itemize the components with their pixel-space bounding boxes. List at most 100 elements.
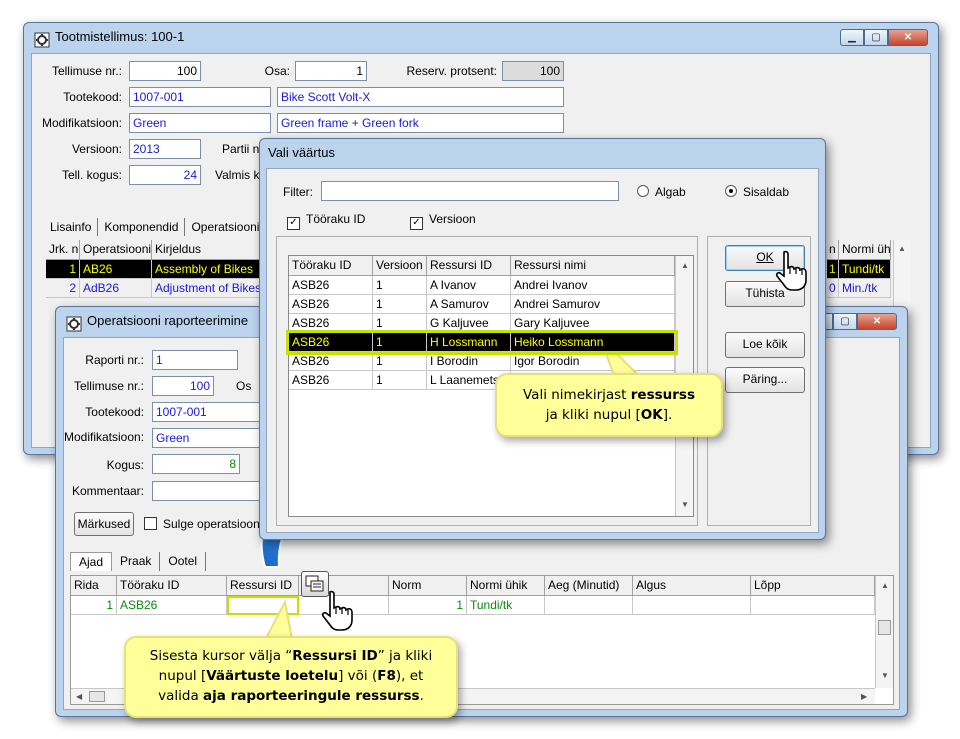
radio-icon[interactable]: [637, 185, 649, 197]
qty-field[interactable]: 8: [152, 454, 240, 474]
cell: Heiko Lossmann: [511, 333, 675, 352]
scroll-left-icon[interactable]: ◀: [76, 692, 82, 701]
comment-label: Kommentaar:: [71, 484, 144, 498]
col-header[interactable]: Jrk. n: [46, 240, 80, 260]
col-header[interactable]: Normi üh: [839, 240, 891, 260]
callout-bold: Ressursi ID: [292, 648, 378, 664]
resource-row[interactable]: ASB26 1 A Samurov Andrei Samurov: [289, 295, 675, 314]
modification-label: Modifikatsioon:: [64, 430, 145, 444]
col-header[interactable]: Normi ühik: [467, 576, 545, 596]
col-header[interactable]: Ressursi ID: [427, 256, 511, 276]
query-button[interactable]: Päring...: [725, 367, 805, 393]
checkmark-icon[interactable]: ✓: [287, 217, 300, 230]
col-header[interactable]: Tööraku ID: [289, 256, 373, 276]
product-name-field[interactable]: Bike Scott Volt-X: [277, 87, 564, 107]
tab-times[interactable]: Ajad: [70, 552, 113, 571]
scroll-down-icon[interactable]: ▼: [681, 500, 689, 509]
scroll-up-icon[interactable]: ▲: [881, 581, 889, 590]
col-header[interactable]: Aeg (Minutid): [545, 576, 633, 596]
cell: G Kaljuvee: [427, 314, 511, 333]
col-header[interactable]: Norm: [389, 576, 467, 596]
order-no-field[interactable]: 100: [152, 376, 214, 396]
close-button[interactable]: ✕: [857, 313, 897, 330]
callout-bold: OK: [640, 407, 663, 423]
scroll-down-icon[interactable]: ▼: [881, 671, 889, 680]
reserve-field[interactable]: 100: [502, 61, 564, 81]
notes-button[interactable]: Märkused: [74, 512, 134, 536]
workcell-checkbox[interactable]: ✓ Tööraku ID: [287, 212, 365, 230]
cell: Igor Borodin: [511, 352, 675, 371]
radio-contains[interactable]: Sisaldab: [725, 185, 789, 199]
maximize-button[interactable]: ▢: [833, 313, 857, 330]
col-header[interactable]: Operatsiooni: [80, 240, 152, 260]
col-header[interactable]: Versioon: [373, 256, 427, 276]
callout-line: Vali nimekirjast ressurss: [497, 385, 721, 405]
col-header[interactable]: Algus: [633, 576, 751, 596]
minimize-button[interactable]: ▁: [840, 29, 864, 46]
radio-selected-icon[interactable]: [725, 185, 737, 197]
col-header[interactable]: Lõpp: [751, 576, 875, 596]
close-operation-checkbox[interactable]: Sulge operatsioon: [144, 517, 260, 531]
resource-row[interactable]: ASB26 1 A Ivanov Andrei Ivanov: [289, 276, 675, 295]
filter-label: Filter:: [283, 185, 313, 199]
product-code-field[interactable]: 1007-001: [152, 402, 262, 422]
col-header[interactable]: n: [827, 240, 839, 260]
tab-additional-info[interactable]: Lisainfo: [44, 218, 99, 236]
resource-row[interactable]: ASB26 1 G Kaljuvee Gary Kaljuvee: [289, 314, 675, 333]
checkmark-icon[interactable]: ✓: [410, 217, 423, 230]
callout-text: ja kliki nupul [: [545, 407, 641, 423]
order-qty-label: Tell. kogus:: [61, 168, 122, 182]
tab-waiting[interactable]: Ootel: [160, 552, 207, 571]
tab-components[interactable]: Komponendid: [98, 218, 186, 236]
checkbox-icon[interactable]: [144, 517, 157, 530]
order-no-label: Tellimuse nr.:: [51, 64, 122, 78]
close-button[interactable]: ✕: [888, 29, 928, 46]
table-row[interactable]: 2 AdB26 Adjustment of Bikes: [46, 279, 262, 298]
cell: AB26: [80, 260, 152, 279]
callout-line: nupul [Väärtuste loetelu] või (F8), et: [126, 666, 456, 686]
modification-field[interactable]: Green: [129, 113, 271, 133]
cell: 1: [373, 371, 427, 390]
window-controls: ▁ ▢ ✕: [840, 29, 928, 47]
order-no-field[interactable]: 100: [129, 61, 201, 81]
col-header[interactable]: Ressursi nimi: [511, 256, 675, 276]
selected-resource-row[interactable]: ASB26 1 H Lossmann Heiko Lossmann: [286, 330, 678, 355]
table-row-right[interactable]: 0 Min./tk: [827, 279, 891, 298]
filter-input[interactable]: [321, 181, 619, 201]
report-no-field[interactable]: 1: [152, 350, 238, 370]
col-header[interactable]: Rida: [71, 576, 117, 596]
scroll-right-icon[interactable]: ▶: [861, 692, 867, 701]
order-no-label: Tellimuse nr.:: [73, 379, 144, 393]
col-header[interactable]: Kirjeldus: [152, 240, 262, 260]
window-title-text: Tootmistellimus: 100-1: [55, 29, 185, 44]
order-qty-field[interactable]: 24: [129, 165, 201, 185]
qty-label: Kogus:: [106, 458, 144, 472]
cell: Andrei Ivanov: [511, 276, 675, 295]
version-checkbox[interactable]: ✓ Versioon: [410, 212, 476, 230]
dialog-body: Filter: Algab Sisaldab ✓ Tööraku ID ✓ Vers…: [266, 168, 819, 533]
table-row-right[interactable]: 1 Tundi/tk: [827, 260, 891, 279]
read-all-button[interactable]: Loe kõik: [725, 332, 805, 358]
part-field[interactable]: 1: [295, 61, 367, 81]
times-vscroll[interactable]: ▲ ▼: [875, 576, 893, 688]
radio-starts[interactable]: Algab: [637, 185, 686, 199]
table-row[interactable]: 1 ASB26 1 Tundi/tk: [71, 596, 875, 615]
callout-text: nupul [: [158, 668, 207, 684]
callout-text: Vali nimekirjast: [522, 387, 631, 403]
maximize-button[interactable]: ▢: [864, 29, 888, 46]
version-field[interactable]: 2013: [129, 139, 201, 159]
cell: ASB26: [289, 371, 373, 390]
cell: [751, 596, 875, 615]
product-code-field[interactable]: 1007-001: [129, 87, 271, 107]
scroll-thumb[interactable]: [89, 691, 105, 702]
scroll-up-icon[interactable]: ▲: [898, 244, 906, 253]
scroll-up-icon[interactable]: ▲: [681, 261, 689, 270]
tab-scrap[interactable]: Praak: [112, 552, 161, 571]
table-row[interactable]: 1 AB26 Assembly of Bikes: [46, 260, 262, 279]
callout-select-resource: Vali nimekirjast ressurss ja kliki nupul…: [495, 373, 723, 437]
col-header[interactable]: Ressursi ID: [227, 576, 299, 596]
modification-desc-field[interactable]: Green frame + Green fork: [277, 113, 564, 133]
col-header[interactable]: Tööraku ID: [117, 576, 227, 596]
report-tabs: Ajad Praak Ootel: [70, 552, 207, 571]
scroll-thumb[interactable]: [878, 620, 891, 635]
